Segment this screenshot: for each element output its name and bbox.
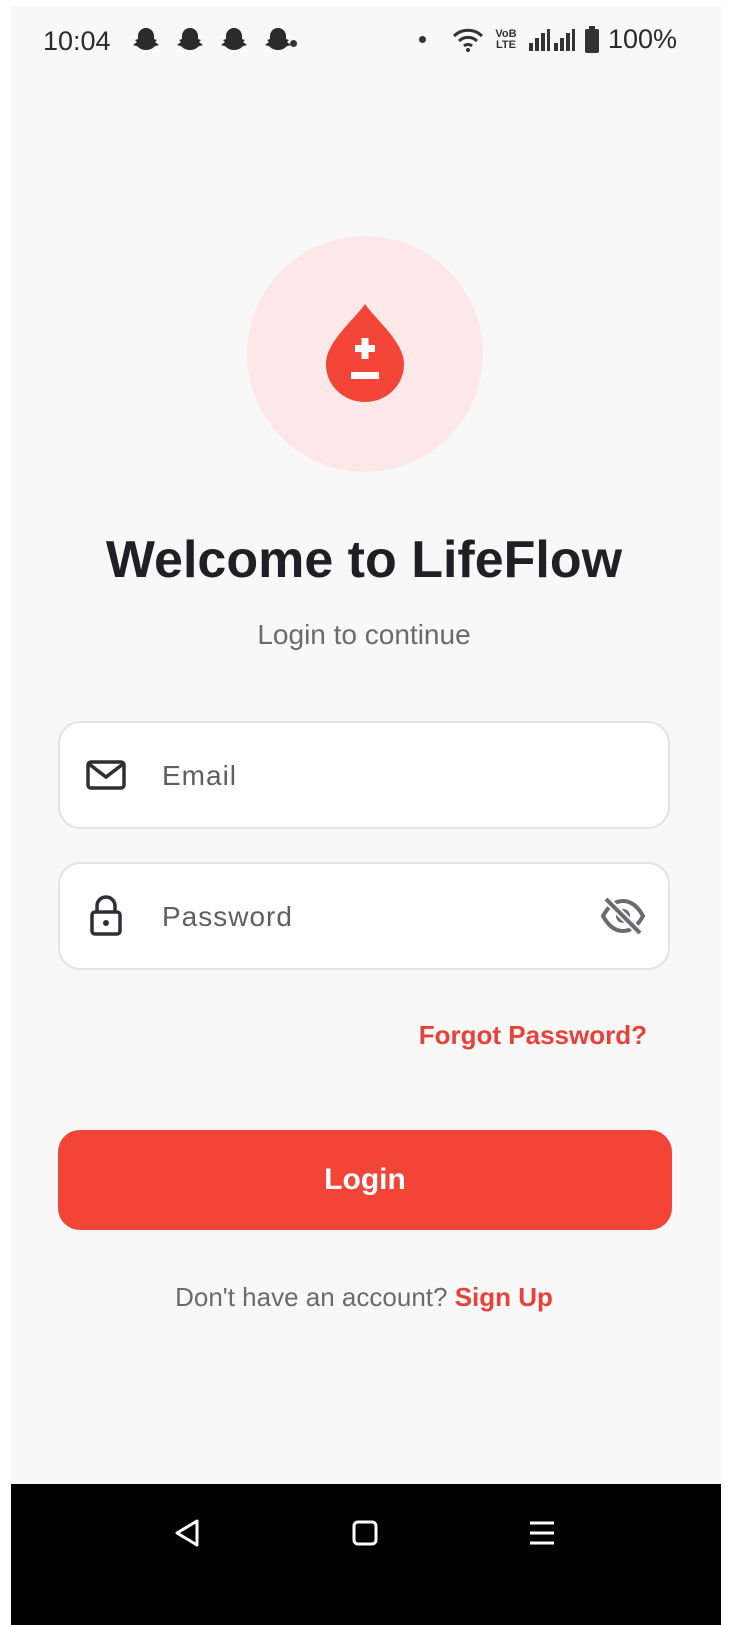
snapchat-ghost-icon	[133, 28, 159, 50]
page-subtitle: Login to continue	[257, 619, 471, 650]
password-input[interactable]	[160, 888, 584, 946]
snapchat-ghost-icon	[265, 28, 291, 50]
status-time: 10:04	[43, 26, 111, 56]
app-logo	[247, 236, 483, 472]
status-dot	[418, 36, 426, 43]
battery-percentage: 100%	[607, 24, 677, 54]
menu-lines-icon[interactable]	[528, 1518, 556, 1548]
email-field[interactable]	[58, 721, 670, 829]
email-input[interactable]	[160, 747, 584, 805]
system-icons: VoB LTE 100%	[418, 24, 677, 55]
signal-bars-icon	[528, 28, 575, 51]
back-triangle-icon[interactable]	[173, 1518, 201, 1548]
snapchat-ghost-icon	[177, 28, 203, 50]
lte-indicator: VoB LTE	[495, 27, 517, 51]
lock-icon	[90, 895, 122, 936]
password-field[interactable]	[58, 862, 670, 970]
signup-prompt-text: Don't have an account?	[175, 1282, 448, 1312]
battery-icon	[584, 25, 599, 53]
notification-icons	[131, 26, 293, 54]
home-square-icon[interactable]	[352, 1518, 378, 1548]
eye-off-icon[interactable]	[600, 896, 646, 936]
blood-drop-plus-minus-icon	[326, 304, 404, 402]
wifi-icon	[452, 28, 483, 52]
signup-prompt: Don't have an account? Sign Up	[11, 1282, 717, 1313]
system-nav-bar	[11, 1484, 721, 1625]
forgot-password-link[interactable]: Forgot Password?	[419, 1020, 647, 1051]
page-title: Welcome to LifeFlow	[105, 531, 623, 589]
snapchat-ghost-icon	[221, 28, 247, 50]
notification-dot	[290, 40, 297, 47]
login-button[interactable]: Login	[58, 1130, 672, 1230]
app-screen: 10:04 VoB LTE 100% Welcome to LifeFlow L…	[11, 6, 721, 1625]
mail-icon	[86, 760, 126, 790]
signup-link[interactable]: Sign Up	[455, 1282, 553, 1312]
status-bar: 10:04 VoB LTE 100%	[11, 6, 721, 74]
